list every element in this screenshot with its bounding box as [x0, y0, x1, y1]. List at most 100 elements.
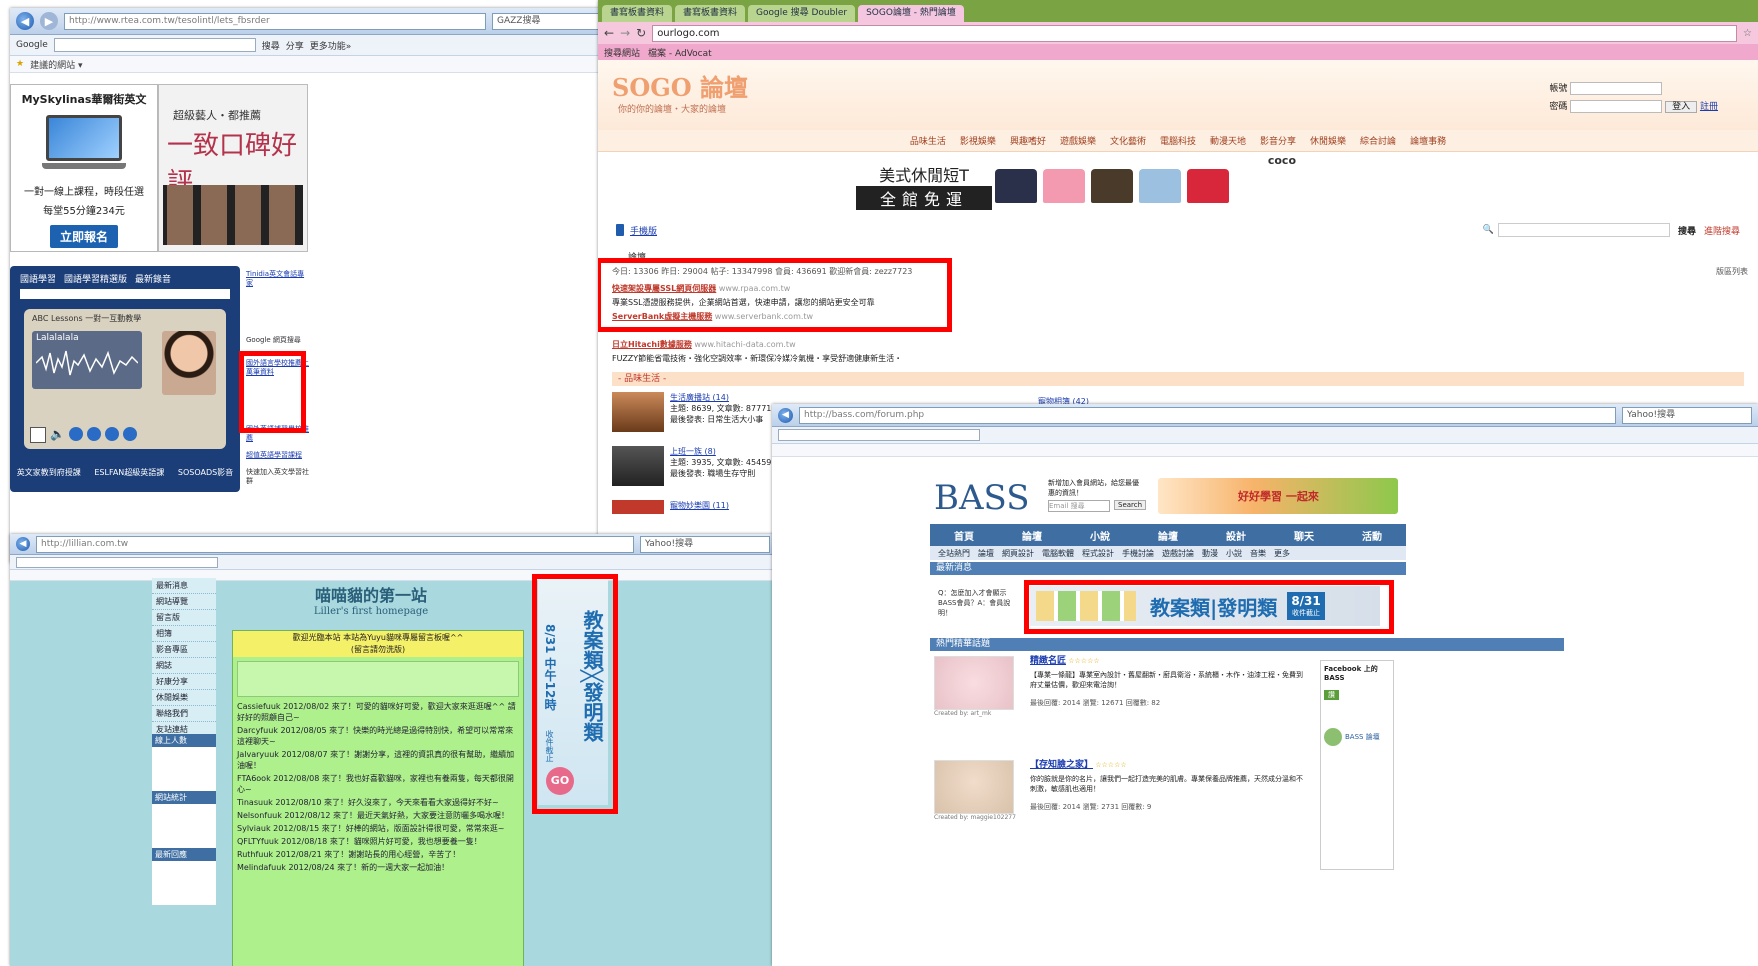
pause-icon[interactable]	[86, 427, 101, 441]
favorites-suggested[interactable]: 建議的網站 ▾	[30, 58, 82, 71]
player-tab[interactable]: 國語學習	[20, 272, 56, 285]
forward-icon[interactable]: →	[620, 26, 630, 40]
side-link[interactable]: 超值英語學習課程	[246, 451, 310, 460]
toolbar-search-button[interactable]: 搜尋	[262, 39, 280, 52]
thread-thumbnail[interactable]	[612, 392, 664, 432]
thread-title[interactable]: 生活廣播站 (14)	[670, 392, 771, 403]
tshirt-banner-ad[interactable]: 美式休閒短T 全館免運 coco	[856, 154, 1300, 214]
promo-email-input[interactable]: Email 搜尋	[1048, 500, 1110, 512]
ad-wallstreet-english[interactable]: MySkylinas華爾街英文 一對一線上課程，時段任選 每堂55分鐘234元 …	[10, 84, 158, 252]
ad-link[interactable]: 日立Hitachi數據服務	[612, 340, 692, 349]
stop-icon[interactable]	[30, 427, 46, 443]
star-icon[interactable]: ☆	[1743, 28, 1752, 39]
post-thumbnail[interactable]	[934, 656, 1014, 710]
post-title[interactable]: 精緻名匠	[1030, 656, 1066, 666]
promo-search-button[interactable]: Search	[1114, 500, 1147, 510]
advanced-search-link[interactable]: 進階搜尋	[1704, 224, 1740, 237]
subnav-item[interactable]: 程式設計	[1082, 548, 1114, 559]
nav-item[interactable]: 文化藝術	[1110, 134, 1146, 147]
search-input[interactable]: Yahoo!搜尋	[1622, 406, 1752, 424]
anime-banner-ad[interactable]: 好好學習 一起來	[1158, 478, 1398, 514]
subnav-item[interactable]: 小說	[1226, 548, 1242, 559]
subnav-item[interactable]: 論壇	[978, 548, 994, 559]
menu-item[interactable]: 網站導覽	[152, 594, 216, 610]
board-list-link[interactable]: 版區列表	[1716, 266, 1748, 277]
menu-item[interactable]: 影音專區	[152, 642, 216, 658]
nav-item[interactable]: 論壇	[1134, 528, 1202, 543]
back-icon[interactable]: ◀	[16, 537, 30, 551]
nav-item[interactable]: 遊戲娛樂	[1060, 134, 1096, 147]
ad-movie-promo[interactable]: 超級藝人・都推薦 一致口碑好評	[158, 84, 308, 252]
login-button[interactable]: 登入	[1665, 101, 1698, 113]
player-tab[interactable]: 最新錄音	[135, 272, 171, 285]
nav-item[interactable]: 小說	[1066, 528, 1134, 543]
forward-icon[interactable]: ▶	[40, 12, 58, 30]
subnav-item[interactable]: 網頁設計	[1002, 548, 1034, 559]
facebook-like-button[interactable]: 讚	[1324, 690, 1339, 700]
nav-item[interactable]: 設計	[1202, 528, 1270, 543]
subnav-item[interactable]: 更多	[1274, 548, 1290, 559]
mobile-version-link[interactable]: 手機版	[630, 224, 657, 237]
site-logo[interactable]: SOGO 論壇	[612, 68, 748, 103]
nav-item[interactable]: 休閒娛樂	[1310, 134, 1346, 147]
bookmark-item[interactable]: 檔案 - AdVocat	[648, 46, 712, 59]
menu-item[interactable]: 相簿	[152, 626, 216, 642]
player-footer-link[interactable]: SOSOADS影音	[178, 467, 233, 478]
forum-search-button[interactable]: 搜尋	[1678, 224, 1696, 237]
back-icon[interactable]: ◀	[778, 407, 793, 423]
thread-thumbnail[interactable]	[612, 500, 664, 514]
nav-item[interactable]: 活動	[1338, 528, 1406, 543]
menu-item[interactable]: 最新消息	[152, 578, 216, 594]
back-icon[interactable]: ←	[604, 26, 614, 40]
google-toolbar-input[interactable]	[778, 429, 980, 441]
bookmark-item[interactable]: 搜尋網站	[604, 46, 640, 59]
player-footer-link[interactable]: ESLFAN超級英語課	[94, 467, 164, 478]
browser-tab[interactable]: Google 搜尋 Doubler	[748, 5, 856, 22]
url-input[interactable]: ourlogo.com	[652, 24, 1738, 42]
menu-item[interactable]: 網誌	[152, 658, 216, 674]
subnav-item[interactable]: 遊戲討論	[1162, 548, 1194, 559]
password-input[interactable]	[1570, 100, 1663, 113]
nav-item[interactable]: 首頁	[930, 528, 998, 543]
play-icon[interactable]	[68, 427, 83, 441]
player-footer-link[interactable]: 英文家教到府授課	[17, 467, 81, 478]
browser-tab-active[interactable]: SOGO論壇 - 熱門論壇	[858, 5, 964, 22]
side-link[interactable]: Google 網頁搜尋	[246, 336, 310, 345]
menu-item[interactable]: 留言版	[152, 610, 216, 626]
browser-tab[interactable]: 書寫板書資料	[675, 5, 746, 22]
subnav-item[interactable]: 全站熱門	[938, 548, 970, 559]
player-search-input[interactable]	[20, 289, 230, 299]
forum-search-input[interactable]	[1497, 223, 1670, 237]
subnav-item[interactable]: 電腦軟體	[1042, 548, 1074, 559]
nav-item[interactable]: 論壇事務	[1410, 134, 1446, 147]
reload-icon[interactable]: ↻	[636, 26, 646, 40]
signup-button[interactable]: 立即報名	[49, 225, 118, 248]
register-link[interactable]: 註冊	[1700, 102, 1718, 112]
toolbar-share-button[interactable]: 分享	[286, 39, 304, 52]
address-input[interactable]: http://lillian.com.tw	[36, 535, 634, 553]
menu-item[interactable]: 聯絡我們	[152, 706, 216, 722]
nav-item[interactable]: 動漫天地	[1210, 134, 1246, 147]
menu-item[interactable]: 好康分享	[152, 674, 216, 690]
site-logo[interactable]: BASS	[934, 478, 1030, 518]
browser-tab[interactable]: 書寫板書資料	[602, 5, 673, 22]
google-toolbar-input[interactable]	[16, 556, 218, 568]
search-input[interactable]: Yahoo!搜尋	[640, 535, 770, 553]
volume-icon[interactable]: 🔈	[50, 427, 65, 443]
post-thumbnail[interactable]	[934, 760, 1014, 814]
toolbar-more-button[interactable]: 更多功能»	[310, 39, 352, 52]
thread-thumbnail[interactable]	[612, 446, 664, 486]
facebook-page-name[interactable]: BASS 論壇	[1345, 732, 1380, 742]
thread-title[interactable]: 寵物妙樂園 (11)	[670, 500, 729, 514]
nav-item[interactable]: 綜合討論	[1360, 134, 1396, 147]
google-toolbar-input[interactable]	[53, 38, 256, 52]
next-icon[interactable]	[104, 427, 119, 441]
nav-item[interactable]: 影視娛樂	[960, 134, 996, 147]
player-tab[interactable]: 國語學習精選版	[64, 272, 127, 285]
nav-item[interactable]: 興趣嗜好	[1010, 134, 1046, 147]
nav-item[interactable]: 電腦科技	[1160, 134, 1196, 147]
subnav-item[interactable]: 手機討論	[1122, 548, 1154, 559]
side-link[interactable]: 快速加入英文學習社群	[246, 468, 310, 486]
back-icon[interactable]: ◀	[16, 12, 34, 30]
thread-title[interactable]: 上班一族 (8)	[670, 446, 771, 457]
